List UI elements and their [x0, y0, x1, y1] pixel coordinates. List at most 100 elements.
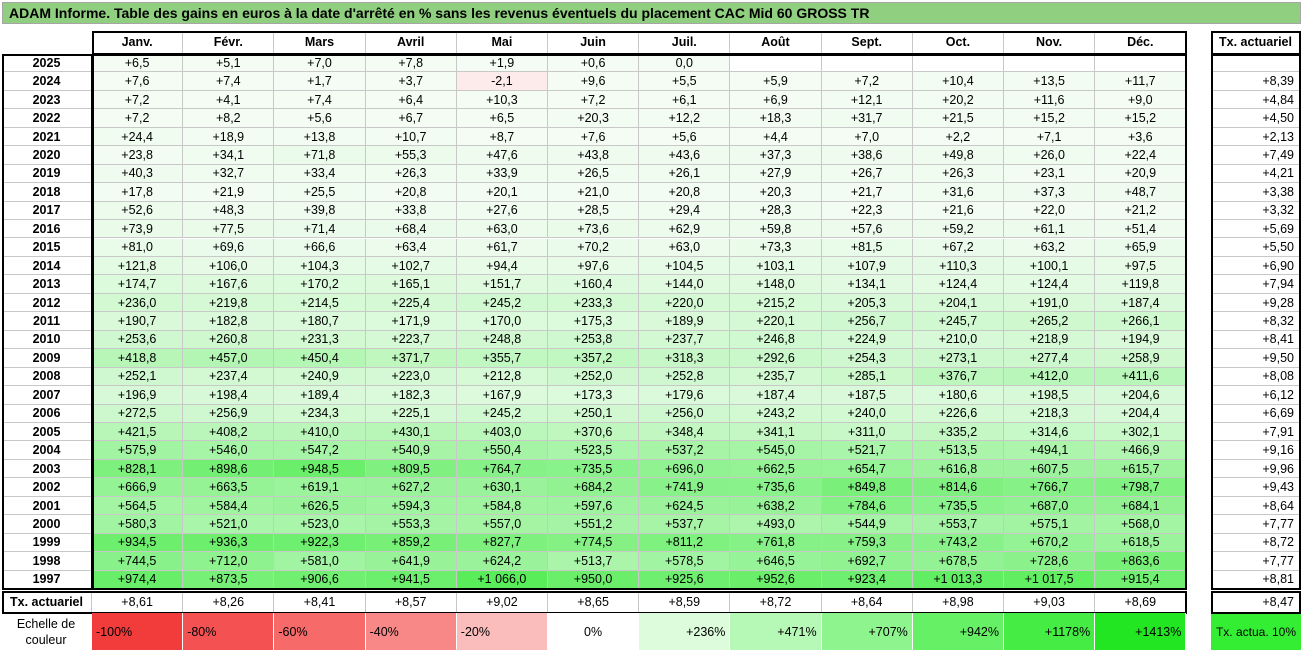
table-cell: +173,3	[548, 386, 640, 405]
scale-swatch: -60%	[274, 613, 366, 650]
table-cell: +666,9	[92, 478, 184, 497]
tx-cell: +7,94	[1211, 275, 1301, 294]
table-cell: +10,4	[912, 72, 1004, 91]
table-cell: +167,9	[456, 386, 548, 405]
tx-cell: +8,72	[1211, 533, 1301, 553]
table-cell: +81,0	[92, 238, 184, 257]
row-year: 2004	[2, 441, 92, 460]
footer-cell: +9,03	[1004, 591, 1096, 614]
table-cell: +63,2	[1004, 238, 1096, 257]
row-year: 1997	[2, 570, 92, 590]
table-cell: +212,8	[456, 367, 548, 387]
tx-cell: +4,84	[1211, 90, 1301, 110]
table-cell: +26,3	[912, 164, 1004, 184]
table-cell: +759,3	[821, 533, 913, 553]
table-cell: +21,9	[183, 183, 275, 202]
table-cell: +11,6	[1004, 90, 1096, 110]
column-header: Nov.	[1004, 31, 1096, 54]
table-cell: +936,3	[183, 533, 275, 553]
table-cell: +13,5	[1004, 72, 1096, 91]
tx-cell: +2,13	[1211, 127, 1301, 147]
table-cell: +341,1	[730, 423, 822, 442]
table-cell: +266,1	[1095, 312, 1187, 331]
table-cell: +553,7	[912, 515, 1004, 534]
table-cell: +187,4	[730, 386, 822, 405]
table-cell: +220,1	[730, 312, 822, 331]
table-cell: +11,7	[1095, 72, 1187, 91]
table-cell: +10,7	[365, 127, 457, 147]
tx-cell: +8,64	[1211, 496, 1301, 516]
table-cell: +348,4	[639, 423, 731, 442]
column-header: Août	[730, 31, 822, 54]
table-cell: +94,4	[456, 256, 548, 276]
table-cell: +59,8	[730, 220, 822, 239]
table-cell: +646,5	[730, 552, 822, 571]
table-cell: +355,7	[456, 349, 548, 368]
table-cell: +430,1	[365, 423, 457, 442]
table-cell: +39,8	[274, 201, 366, 221]
table-cell: +240,0	[821, 404, 913, 423]
table-cell: +743,2	[912, 533, 1004, 553]
table-cell: +110,3	[912, 256, 1004, 276]
table-cell: +73,3	[730, 238, 822, 257]
table-cell: +811,2	[639, 533, 731, 553]
row-year: 2023	[2, 90, 92, 110]
column-header: Janv.	[92, 31, 184, 54]
table-cell: +67,2	[912, 238, 1004, 257]
scale-swatch: +1178%	[1004, 613, 1096, 650]
table-cell: +827,7	[456, 533, 548, 553]
table-cell: +9,6	[548, 72, 640, 91]
table-cell: +179,6	[639, 386, 731, 405]
row-year: 1998	[2, 552, 92, 571]
table-cell: +48,3	[183, 201, 275, 221]
row-year: 2007	[2, 386, 92, 405]
table-cell: +626,5	[274, 496, 366, 516]
table-cell: +33,8	[365, 201, 457, 221]
footer-cell: +8,41	[274, 591, 366, 614]
table-cell: +1 017,5	[1004, 570, 1096, 590]
scale-swatch: +942%	[912, 613, 1004, 650]
table-cell: +13,8	[274, 127, 366, 147]
table-cell: +25,5	[274, 183, 366, 202]
table-cell: +859,2	[365, 533, 457, 553]
table-cell: +233,3	[548, 293, 640, 313]
table-cell: +33,9	[456, 164, 548, 184]
row-year: 2019	[2, 164, 92, 184]
table-cell: +828,1	[92, 459, 184, 479]
table-cell: -2,1	[456, 72, 548, 91]
table-cell: +285,1	[821, 367, 913, 387]
table-cell: +784,6	[821, 496, 913, 516]
table-cell: +411,6	[1095, 367, 1187, 387]
table-cell: +735,5	[912, 496, 1004, 516]
table-cell: +568,0	[1095, 515, 1187, 534]
table-cell: +61,7	[456, 238, 548, 257]
table-cell: +906,6	[274, 570, 366, 590]
table-cell: +735,6	[730, 478, 822, 497]
table-cell: +421,5	[92, 423, 184, 442]
row-year: 2008	[2, 367, 92, 387]
tx-cell: +6,69	[1211, 404, 1301, 423]
table-cell: +6,9	[730, 90, 822, 110]
table-cell: +104,3	[274, 256, 366, 276]
table-cell: +630,1	[456, 478, 548, 497]
table-cell: +311,0	[821, 423, 913, 442]
table-cell: +253,8	[548, 330, 640, 350]
table-cell: +77,5	[183, 220, 275, 239]
tx-cell: +3,38	[1211, 183, 1301, 202]
table-cell: +256,9	[183, 404, 275, 423]
table-cell: +618,5	[1095, 533, 1187, 553]
table-cell: +225,1	[365, 404, 457, 423]
footer-cell: +8,59	[639, 591, 731, 614]
table-cell: +40,3	[92, 164, 184, 184]
color-scale-label: Echelle de couleur	[16, 616, 76, 647]
table-cell: +809,5	[365, 459, 457, 479]
row-year: 1999	[2, 533, 92, 553]
table-cell: +214,5	[274, 293, 366, 313]
table-cell: +175,3	[548, 312, 640, 331]
table-cell: +37,3	[730, 146, 822, 165]
table-cell: +578,5	[639, 552, 731, 571]
table-cell: +252,8	[639, 367, 731, 387]
table-cell: +191,0	[1004, 293, 1096, 313]
table-cell: +654,7	[821, 459, 913, 479]
table-cell: +27,9	[730, 164, 822, 184]
